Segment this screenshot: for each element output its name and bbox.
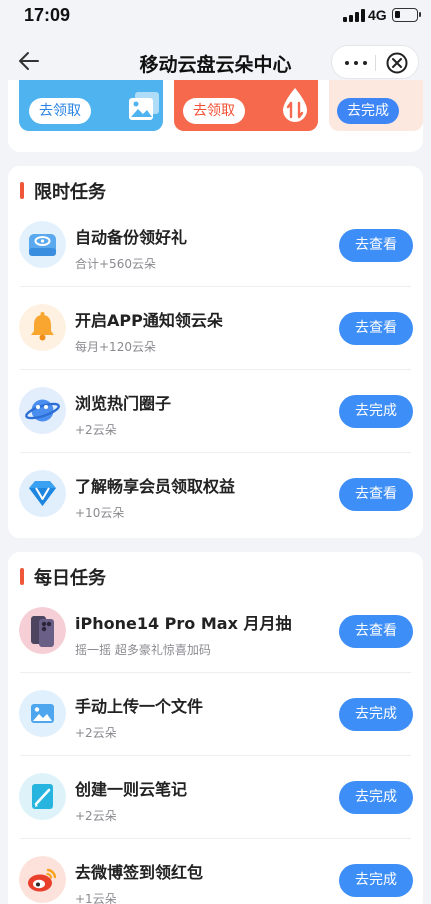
task-reward: +1云朵: [75, 892, 117, 904]
weibo-icon: [19, 856, 66, 903]
complete-task-button[interactable]: 去完成: [339, 864, 413, 897]
section-title: 每日任务: [34, 568, 106, 589]
task-row: 开启APP通知领云朵 每月+120云朵 去查看: [8, 287, 423, 370]
upload-image-icon: [19, 690, 66, 737]
view-task-button[interactable]: 去查看: [339, 312, 413, 345]
promo-card-peach[interactable]: 去完成: [329, 80, 423, 131]
phone-photo-icon: [19, 607, 66, 654]
task-title: 自动备份领好礼: [75, 228, 188, 247]
promo-complete-button[interactable]: 去完成: [337, 98, 399, 124]
task-reward: +2云朵: [75, 423, 117, 437]
promo-card-blue[interactable]: 去领取: [19, 80, 163, 131]
more-dots-icon[interactable]: [341, 48, 371, 76]
task-row: iPhone14 Pro Max 月月抽 摇一摇 超多豪礼惊喜加码 去查看: [8, 590, 423, 673]
limited-tasks-card: 限时任务 自动备份领好礼 合计+560云朵 去查看 开启APP通知领云朵 每月+…: [8, 166, 423, 538]
task-row: 了解畅享会员领取权益 +10云朵 去查看: [8, 453, 423, 536]
task-title: 去微博签到领红包: [75, 863, 204, 882]
transfer-drop-icon: [280, 86, 310, 128]
backup-disk-icon: [19, 221, 66, 268]
planet-icon: [19, 387, 66, 434]
task-row: 去微博签到领红包 +1云朵 去完成: [8, 839, 423, 904]
mini-program-capsule: [331, 45, 419, 79]
task-reward: 合计+560云朵: [75, 257, 156, 271]
image-frames-icon: [127, 90, 161, 126]
task-row: 手动上传一个文件 +2云朵 去完成: [8, 673, 423, 756]
network-type: 4G: [368, 7, 387, 23]
complete-task-button[interactable]: 去完成: [339, 395, 413, 428]
task-title: 创建一则云笔记: [75, 780, 188, 799]
view-task-button[interactable]: 去查看: [339, 478, 413, 511]
task-row: 自动备份领好礼 合计+560云朵 去查看: [8, 204, 423, 287]
task-reward: +2云朵: [75, 809, 117, 823]
section-marker: [20, 182, 24, 199]
status-time: 17:09: [24, 5, 71, 25]
view-task-button[interactable]: 去查看: [339, 229, 413, 262]
section-title: 限时任务: [34, 182, 106, 203]
task-row: 浏览热门圈子 +2云朵 去完成: [8, 370, 423, 453]
diamond-icon: [19, 470, 66, 517]
promo-claim-button[interactable]: 去领取: [183, 98, 245, 124]
complete-task-button[interactable]: 去完成: [339, 781, 413, 814]
signal-icon: [343, 9, 365, 22]
daily-tasks-card: 每日任务 iPhone14 Pro Max 月月抽 摇一摇 超多豪礼惊喜加码 去…: [8, 552, 423, 904]
task-reward: 摇一摇 超多豪礼惊喜加码: [75, 643, 211, 657]
promo-card-orange[interactable]: 去领取: [174, 80, 318, 131]
complete-task-button[interactable]: 去完成: [339, 698, 413, 731]
task-reward: +10云朵: [75, 506, 125, 520]
close-circle-icon[interactable]: [385, 51, 409, 75]
task-reward: 每月+120云朵: [75, 340, 156, 354]
promo-banner: 去领取 去领取 去完成: [8, 80, 423, 152]
task-title: 了解畅享会员领取权益: [75, 477, 236, 496]
view-task-button[interactable]: 去查看: [339, 615, 413, 648]
battery-icon: [392, 8, 421, 22]
note-pen-icon: [19, 773, 66, 820]
promo-claim-button[interactable]: 去领取: [29, 98, 91, 124]
task-reward: +2云朵: [75, 726, 117, 740]
task-title: 开启APP通知领云朵: [75, 311, 223, 330]
section-marker: [20, 568, 24, 585]
task-title: 浏览热门圈子: [75, 394, 172, 413]
bell-icon: [19, 304, 66, 351]
task-title: iPhone14 Pro Max 月月抽: [75, 614, 292, 633]
capsule-divider: [375, 55, 376, 71]
task-title: 手动上传一个文件: [75, 697, 204, 716]
status-bar: 17:09 4G: [0, 0, 431, 32]
task-row: 创建一则云笔记 +2云朵 去完成: [8, 756, 423, 839]
